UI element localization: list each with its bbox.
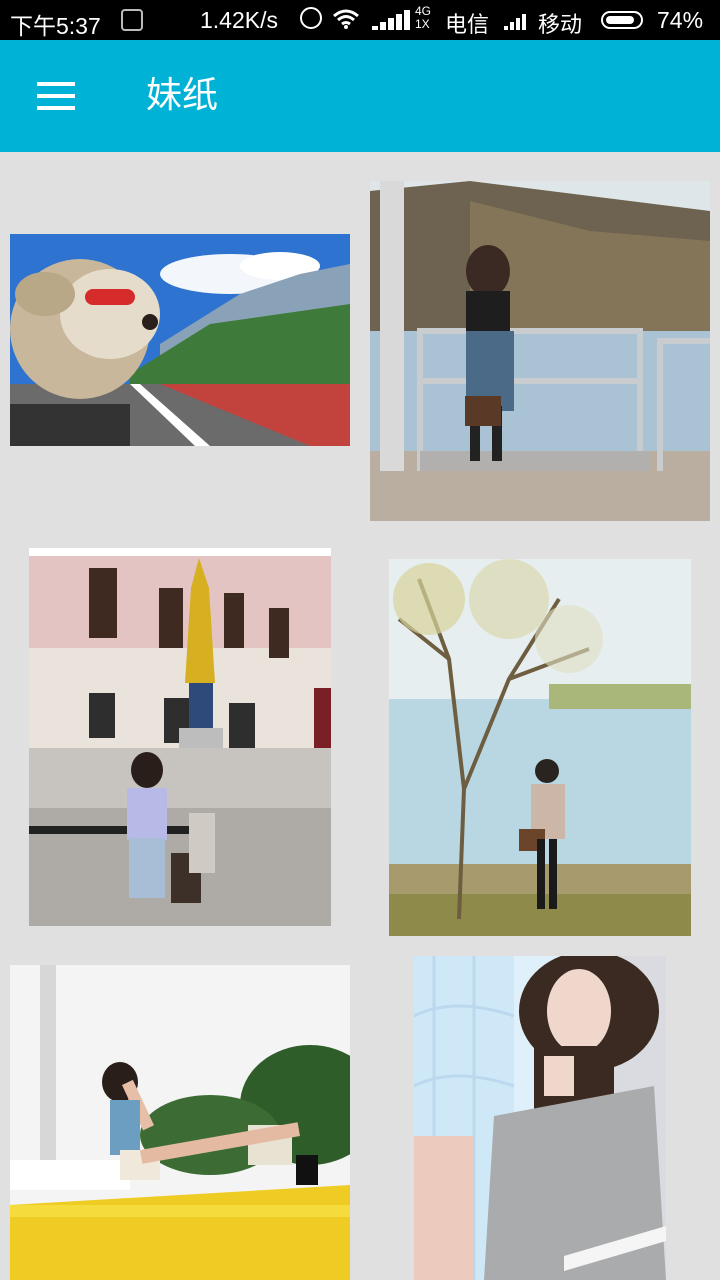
photo-card-yellow-boat[interactable] — [10, 965, 350, 1280]
alarm-icon — [300, 7, 322, 29]
status-bar: 下午5:37 1.42K/s 4G 1X 电信 移动 74% — [0, 0, 720, 40]
tree-lake-photo — [389, 559, 691, 936]
wifi-icon — [333, 9, 359, 29]
yellow-boat-photo — [10, 965, 350, 1280]
page-title: 妹纸 — [146, 75, 219, 116]
photo-card-lake-railing[interactable] — [370, 181, 710, 521]
app-bar: 妹纸 — [0, 40, 720, 152]
battery-icon — [601, 11, 643, 29]
photo-card-fountain[interactable] — [29, 548, 331, 926]
photo-card-tree-lake[interactable] — [389, 559, 691, 936]
dog-photo — [10, 234, 350, 446]
photo-card-window-portrait[interactable] — [414, 956, 666, 1280]
battery-percent: 74% — [657, 7, 704, 33]
menu-icon-line — [37, 94, 75, 98]
carrier-1: 电信 — [445, 13, 490, 38]
status-time: 下午5:37 — [10, 13, 101, 39]
window-portrait-photo — [414, 956, 666, 1280]
menu-icon — [37, 82, 75, 86]
network-speed: 1.42K/s — [200, 7, 278, 33]
fountain-photo — [29, 548, 331, 926]
menu-button[interactable] — [28, 72, 84, 120]
network-type-bottom: 1X — [415, 17, 430, 31]
photo-card-dog[interactable] — [10, 234, 350, 446]
menu-icon-line — [37, 106, 75, 110]
carrier-2: 移动 — [538, 13, 583, 38]
lake-railing-photo — [370, 181, 710, 521]
image-notification-icon — [121, 9, 143, 31]
